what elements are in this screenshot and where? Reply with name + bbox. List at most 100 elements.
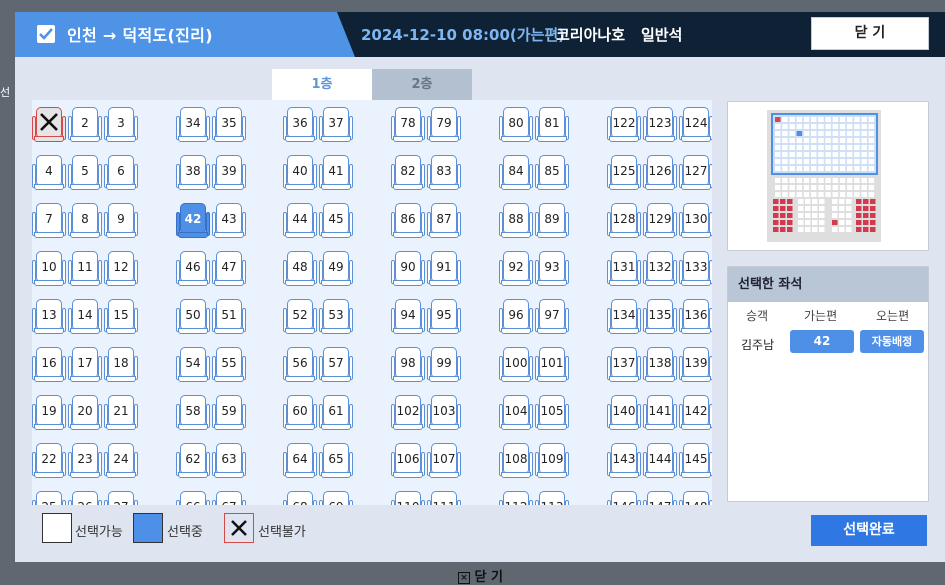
seat-127[interactable]: 127 (679, 155, 712, 191)
seat-63[interactable]: 63 (212, 443, 246, 479)
seat-45[interactable]: 45 (319, 203, 353, 239)
seat-67[interactable]: 67 (212, 491, 246, 505)
seat-131[interactable]: 131 (607, 251, 641, 287)
seat-53[interactable]: 53 (319, 299, 353, 335)
seat-61[interactable]: 61 (319, 395, 353, 431)
seat-135[interactable]: 135 (643, 299, 677, 335)
close-button[interactable]: 닫 기 (811, 17, 929, 50)
seat-80[interactable]: 80 (499, 107, 533, 143)
seat-60[interactable]: 60 (283, 395, 317, 431)
seat-18[interactable]: 18 (104, 347, 138, 383)
seat-85[interactable]: 85 (535, 155, 569, 191)
seat-147[interactable]: 147 (643, 491, 677, 505)
seat-17[interactable]: 17 (68, 347, 102, 383)
seat-36[interactable]: 36 (283, 107, 317, 143)
seat-111[interactable]: 111 (427, 491, 461, 505)
seat-43[interactable]: 43 (212, 203, 246, 239)
seat-144[interactable]: 144 (643, 443, 677, 479)
seat-27[interactable]: 27 (104, 491, 138, 505)
seat-10[interactable]: 10 (32, 251, 66, 287)
bottom-close-button[interactable]: × 닫 기 (458, 566, 503, 585)
outbound-seat-badge[interactable]: 42 (790, 330, 854, 353)
seat-123[interactable]: 123 (643, 107, 677, 143)
seat-105[interactable]: 105 (535, 395, 569, 431)
seat-64[interactable]: 64 (283, 443, 317, 479)
seat-42[interactable]: 42 (176, 203, 210, 239)
tab-deck-2[interactable]: 2층 (372, 69, 472, 100)
seat-94[interactable]: 94 (391, 299, 425, 335)
seat-3[interactable]: 3 (104, 107, 138, 143)
seat-83[interactable]: 83 (427, 155, 461, 191)
seat-125[interactable]: 125 (607, 155, 641, 191)
seat-136[interactable]: 136 (679, 299, 712, 335)
seat-11[interactable]: 11 (68, 251, 102, 287)
seat-22[interactable]: 22 (32, 443, 66, 479)
tab-deck-1[interactable]: 1층 (272, 69, 372, 100)
seat-59[interactable]: 59 (212, 395, 246, 431)
seat-102[interactable]: 102 (391, 395, 425, 431)
seat-146[interactable]: 146 (607, 491, 641, 505)
seat-109[interactable]: 109 (535, 443, 569, 479)
seat-5[interactable]: 5 (68, 155, 102, 191)
seat-137[interactable]: 137 (607, 347, 641, 383)
seat-8[interactable]: 8 (68, 203, 102, 239)
seat-139[interactable]: 139 (679, 347, 712, 383)
seat-68[interactable]: 68 (283, 491, 317, 505)
seat-44[interactable]: 44 (283, 203, 317, 239)
seat-51[interactable]: 51 (212, 299, 246, 335)
seat-98[interactable]: 98 (391, 347, 425, 383)
return-seat-badge[interactable]: 자동배정 (860, 330, 924, 353)
seat-34[interactable]: 34 (176, 107, 210, 143)
seat-142[interactable]: 142 (679, 395, 712, 431)
seat-103[interactable]: 103 (427, 395, 461, 431)
seat-140[interactable]: 140 (607, 395, 641, 431)
seat-9[interactable]: 9 (104, 203, 138, 239)
seat-96[interactable]: 96 (499, 299, 533, 335)
seat-24[interactable]: 24 (104, 443, 138, 479)
seat-93[interactable]: 93 (535, 251, 569, 287)
seat-104[interactable]: 104 (499, 395, 533, 431)
seat-40[interactable]: 40 (283, 155, 317, 191)
seat-145[interactable]: 145 (679, 443, 712, 479)
seat-26[interactable]: 26 (68, 491, 102, 505)
seat-124[interactable]: 124 (679, 107, 712, 143)
seat-100[interactable]: 100 (499, 347, 533, 383)
seat-133[interactable]: 133 (679, 251, 712, 287)
seat-110[interactable]: 110 (391, 491, 425, 505)
seat-143[interactable]: 143 (607, 443, 641, 479)
seat-148[interactable]: 148 (679, 491, 712, 505)
seat-56[interactable]: 56 (283, 347, 317, 383)
seat-54[interactable]: 54 (176, 347, 210, 383)
seat-57[interactable]: 57 (319, 347, 353, 383)
seat-69[interactable]: 69 (319, 491, 353, 505)
seat-107[interactable]: 107 (427, 443, 461, 479)
seat-81[interactable]: 81 (535, 107, 569, 143)
seat-13[interactable]: 13 (32, 299, 66, 335)
seat-65[interactable]: 65 (319, 443, 353, 479)
seat-79[interactable]: 79 (427, 107, 461, 143)
seat-134[interactable]: 134 (607, 299, 641, 335)
seat-66[interactable]: 66 (176, 491, 210, 505)
seat-52[interactable]: 52 (283, 299, 317, 335)
seat-50[interactable]: 50 (176, 299, 210, 335)
seat-47[interactable]: 47 (212, 251, 246, 287)
seat-14[interactable]: 14 (68, 299, 102, 335)
seat-92[interactable]: 92 (499, 251, 533, 287)
seat-86[interactable]: 86 (391, 203, 425, 239)
seat-58[interactable]: 58 (176, 395, 210, 431)
seat-39[interactable]: 39 (212, 155, 246, 191)
seat-4[interactable]: 4 (32, 155, 66, 191)
seat-141[interactable]: 141 (643, 395, 677, 431)
seat-138[interactable]: 138 (643, 347, 677, 383)
seat-128[interactable]: 128 (607, 203, 641, 239)
seat-25[interactable]: 25 (32, 491, 66, 505)
seat-41[interactable]: 41 (319, 155, 353, 191)
seat-89[interactable]: 89 (535, 203, 569, 239)
seat-6[interactable]: 6 (104, 155, 138, 191)
seat-55[interactable]: 55 (212, 347, 246, 383)
seat-95[interactable]: 95 (427, 299, 461, 335)
seat-49[interactable]: 49 (319, 251, 353, 287)
seat-7[interactable]: 7 (32, 203, 66, 239)
seat-37[interactable]: 37 (319, 107, 353, 143)
seat-35[interactable]: 35 (212, 107, 246, 143)
